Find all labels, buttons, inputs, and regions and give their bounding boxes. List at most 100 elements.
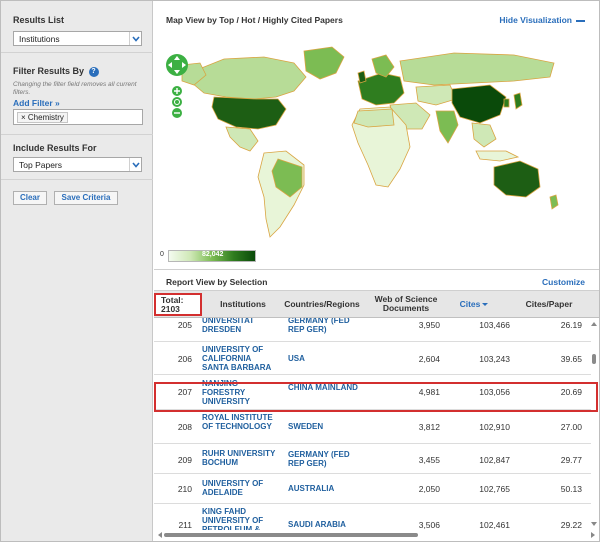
scroll-up-icon[interactable] — [591, 322, 597, 326]
total-value: 2103 — [161, 304, 180, 314]
column-documents[interactable]: Web of Science Documents — [366, 295, 446, 313]
scroll-thumb-horizontal[interactable] — [164, 533, 418, 537]
column-countries[interactable]: Countries/Regions — [282, 300, 362, 309]
table-row[interactable]: 206 UNIVERSITY OF CALIFORNIA SANTA BARBA… — [154, 342, 591, 375]
zoom-in-icon[interactable] — [172, 86, 182, 96]
rank-cell: 208 — [177, 422, 192, 432]
map-region-new-zealand — [549, 194, 559, 210]
map-navigation[interactable] — [164, 51, 192, 121]
map-region-mexico — [225, 126, 259, 152]
map-region-scandinavia — [371, 54, 395, 78]
cites-cell: 103,243 — [479, 354, 510, 364]
filter-chip-chemistry[interactable]: × Chemistry — [17, 112, 68, 123]
rank-cell: 209 — [177, 455, 192, 465]
map-region-southeast-asia — [471, 122, 497, 148]
cites-cell: 102,910 — [479, 422, 510, 432]
institution-link[interactable]: RUHR UNIVERSITY BOCHUM — [202, 449, 276, 467]
table-row[interactable]: 210 UNIVERSITY OF ADELAIDE AUSTRALIA 2,0… — [154, 474, 591, 504]
documents-cell: 3,506 — [418, 520, 440, 530]
map-region-australia — [493, 160, 541, 198]
column-cites-label: Cites — [459, 299, 481, 309]
table-row[interactable]: 211 KING FAHD UNIVERSITY OF PETROLEUM & … — [154, 504, 591, 530]
results-list-select[interactable]: Institutions — [13, 31, 142, 46]
country-link[interactable]: GERMANY (FED REP GER) — [288, 318, 368, 334]
results-list-label: Results List — [13, 15, 65, 25]
report-title: Report View by Selection — [166, 277, 268, 287]
rank-cell: 210 — [177, 484, 192, 494]
cites-per-paper-cell: 29.22 — [560, 520, 582, 530]
column-cites-per-paper[interactable]: Cites/Paper — [514, 300, 584, 309]
include-results-value: Top Papers — [19, 160, 62, 170]
map-region-north-africa — [353, 108, 395, 128]
institution-link[interactable]: ROYAL INSTITUTE OF TECHNOLOGY — [202, 413, 276, 431]
map-region-russia — [399, 52, 555, 86]
filter-input[interactable]: × Chemistry — [13, 109, 143, 125]
filter-section: Filter Results By ? Changing the filter … — [1, 53, 153, 135]
report-view: Report View by Selection Customize Total… — [154, 269, 599, 541]
rank-cell: 211 — [178, 520, 192, 530]
table-row[interactable]: 209 RUHR UNIVERSITY BOCHUM GERMANY (FED … — [154, 444, 591, 474]
include-results-select[interactable]: Top Papers — [13, 157, 142, 172]
map-region-canada — [191, 56, 307, 100]
country-link[interactable]: SWEDEN — [288, 422, 368, 431]
map-region-japan — [513, 92, 523, 110]
map-panel: Map View by Top / Hot / Highly Cited Pap… — [154, 1, 599, 269]
table-row[interactable]: 208 ROYAL INSTITUTE OF TECHNOLOGY SWEDEN… — [154, 410, 591, 444]
cites-per-paper-cell: 39.65 — [560, 354, 582, 364]
sort-desc-icon — [482, 303, 489, 307]
documents-cell: 2,604 — [418, 354, 440, 364]
cites-per-paper-cell: 29.77 — [560, 455, 582, 465]
institution-link[interactable]: KING FAHD UNIVERSITY OF PETROLEUM & MINE… — [202, 507, 276, 530]
zoom-world-icon[interactable] — [172, 97, 182, 107]
chevron-down-icon — [129, 158, 141, 171]
map-region-usa — [211, 96, 287, 130]
country-link[interactable]: AUSTRALIA — [288, 484, 368, 493]
include-results-label: Include Results For — [13, 143, 97, 153]
documents-cell: 2,050 — [418, 484, 440, 494]
map-region-central-asia — [415, 84, 457, 106]
add-filter-link[interactable]: Add Filter » — [13, 98, 60, 108]
filter-results-label: Filter Results By — [13, 66, 85, 76]
help-icon[interactable]: ? — [88, 66, 99, 77]
results-list-value: Institutions — [19, 34, 60, 44]
institution-link[interactable]: UNIVERSITY OF ADELAIDE — [202, 479, 276, 497]
rank-cell: 205 — [177, 320, 192, 330]
cites-per-paper-cell: 50.13 — [560, 484, 582, 494]
country-link[interactable]: GERMANY (FED REP GER) — [288, 450, 368, 468]
scroll-thumb[interactable] — [592, 354, 596, 364]
scroll-right-icon[interactable] — [591, 532, 595, 538]
country-link[interactable]: SAUDI ARABIA — [288, 520, 368, 529]
filter-results-title: Filter Results By ? — [13, 66, 99, 77]
scroll-left-icon[interactable] — [158, 532, 162, 538]
table-body: 205 UNIVERSITAT DRESDEN GERMANY (FED REP… — [154, 318, 591, 530]
column-documents-line2: Documents — [382, 303, 430, 313]
pan-control[interactable] — [166, 54, 188, 76]
country-link[interactable]: USA — [288, 354, 368, 363]
legend-max: 82,042 — [202, 251, 224, 258]
documents-cell: 3,812 — [418, 422, 440, 432]
scroll-down-icon[interactable] — [591, 522, 597, 526]
customize-link[interactable]: Customize — [542, 277, 585, 287]
save-criteria-button[interactable]: Save Criteria — [54, 191, 118, 205]
table-header: Total: 2103 Institutions Countries/Regio… — [154, 290, 599, 318]
clear-button[interactable]: Clear — [13, 191, 47, 205]
cites-per-paper-cell: 27.00 — [560, 422, 582, 432]
column-cites[interactable]: Cites — [454, 300, 494, 309]
world-map[interactable] — [154, 1, 599, 269]
table-row[interactable]: 205 UNIVERSITAT DRESDEN GERMANY (FED REP… — [154, 318, 591, 342]
cites-cell: 102,847 — [479, 455, 510, 465]
vertical-scrollbar[interactable] — [591, 318, 597, 530]
column-institutions[interactable]: Institutions — [208, 300, 278, 309]
zoom-out-icon[interactable] — [172, 108, 182, 118]
documents-cell: 3,950 — [418, 320, 440, 330]
rank-cell: 206 — [177, 354, 192, 364]
total-count: Total: 2103 — [154, 293, 202, 316]
filter-note: Changing the filter field removes all cu… — [13, 81, 137, 96]
map-region-india — [435, 110, 459, 144]
map-region-indonesia — [475, 150, 520, 162]
horizontal-scrollbar[interactable] — [154, 531, 599, 539]
institution-link[interactable]: UNIVERSITAT DRESDEN — [202, 318, 276, 334]
legend-min: 0 — [160, 251, 164, 258]
institution-link[interactable]: UNIVERSITY OF CALIFORNIA SANTA BARBARA — [202, 345, 276, 372]
sidebar: Results List Institutions Filter Results… — [1, 1, 153, 541]
